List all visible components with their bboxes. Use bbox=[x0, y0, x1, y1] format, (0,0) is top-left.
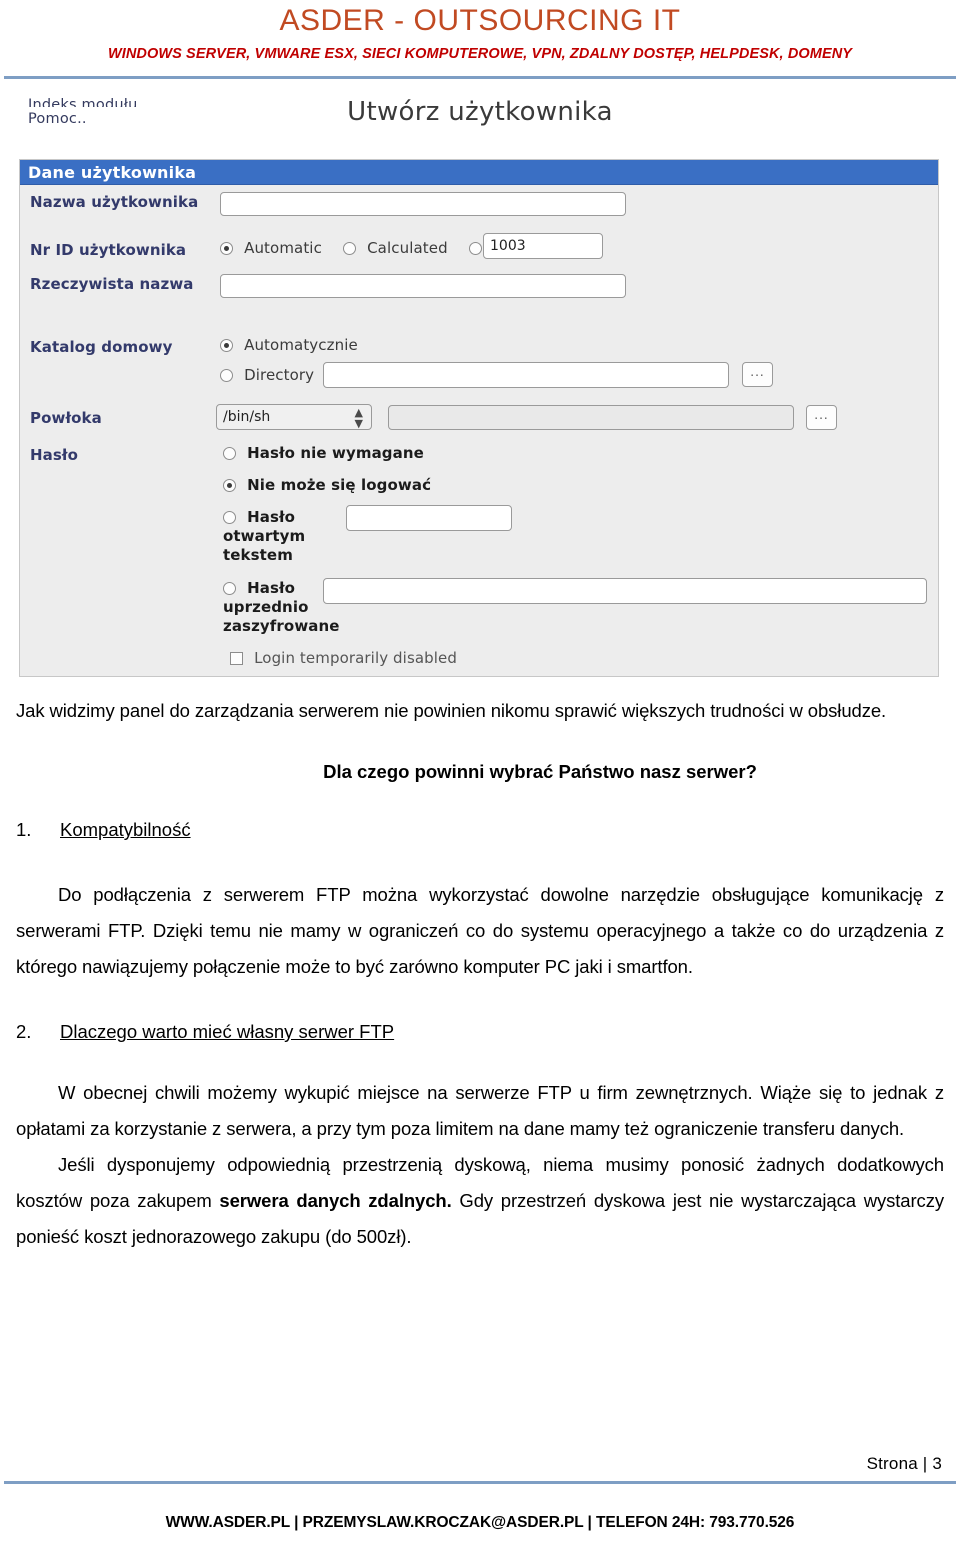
company-subtitle: WINDOWS SERVER, VMWARE ESX, SIECI KOMPUT… bbox=[107, 46, 853, 62]
radio-password-none[interactable] bbox=[223, 447, 236, 460]
paragraph-3: W obecnej chwili możemy wykupić miejsce … bbox=[16, 1082, 944, 1139]
label-homedir-directory: Directory bbox=[244, 366, 315, 384]
list-item-2: 2. Dlaczego warto mieć własny serwer FTP bbox=[16, 1015, 944, 1049]
label-uid-automatic: Automatic bbox=[244, 239, 322, 257]
label-password-none: Hasło nie wymagane bbox=[247, 444, 424, 462]
label-realname: Rzeczywista nazwa bbox=[30, 275, 194, 293]
label-password-nologin: Nie może się logować bbox=[247, 476, 432, 494]
document-body: Jak widzimy panel do zarządzania serwere… bbox=[0, 693, 960, 1255]
footer-divider bbox=[4, 1481, 956, 1484]
label-homedir: Katalog domowy bbox=[30, 338, 173, 356]
label-username: Nazwa użytkownika bbox=[30, 193, 199, 211]
radio-password-plain[interactable] bbox=[223, 511, 236, 524]
input-homedir[interactable] bbox=[323, 362, 729, 388]
header-divider bbox=[4, 76, 956, 79]
question-heading: Dla czego powinni wybrać Państwo nasz se… bbox=[323, 761, 757, 782]
label-homedir-automatic: Automatycznie bbox=[244, 336, 358, 354]
radio-uid-automatic[interactable] bbox=[220, 242, 233, 255]
paragraph-4: Jeśli dysponujemy odpowiednią przestrzen… bbox=[16, 1147, 944, 1255]
footer-contact: WWW.ASDER.PL | PRZEMYSLAW.KROCZAK@ASDER.… bbox=[165, 1514, 795, 1531]
webmin-page-title: Utwórz użytkownika bbox=[347, 97, 613, 127]
radio-uid-calculated[interactable] bbox=[343, 242, 357, 255]
list-item-1: 1. Kompatybilność bbox=[16, 813, 944, 847]
label-uid-calculated: Calculated bbox=[367, 239, 448, 257]
list-item-1-text: Kompatybilność bbox=[60, 819, 191, 840]
input-shell-custom[interactable] bbox=[388, 405, 794, 430]
input-password-plain[interactable] bbox=[346, 505, 512, 531]
label-shell: Powłoka bbox=[30, 409, 102, 427]
paragraph-1: Jak widzimy panel do zarządzania serwere… bbox=[16, 700, 887, 721]
letterhead: ASDER - OUTSOURCING IT WINDOWS SERVER, V… bbox=[0, 0, 960, 79]
radio-password-nologin[interactable] bbox=[223, 479, 236, 492]
paragraph-2: Do podłączenia z serwerem FTP można wyko… bbox=[16, 884, 944, 977]
list-item-1-number: 1. bbox=[16, 819, 32, 840]
chevron-updown-icon: ▲ ▼ bbox=[354, 406, 363, 430]
browse-homedir-button[interactable]: ... bbox=[742, 362, 773, 387]
input-userid[interactable]: 1003 bbox=[483, 233, 603, 259]
select-shell-value: /bin/sh bbox=[223, 409, 271, 425]
radio-homedir-directory[interactable] bbox=[220, 369, 233, 382]
page-number: Strona | 3 bbox=[866, 1454, 942, 1473]
radio-homedir-automatic[interactable] bbox=[220, 339, 233, 352]
label-login-disabled: Login temporarily disabled bbox=[254, 649, 457, 667]
radio-uid-manual[interactable] bbox=[468, 242, 482, 255]
input-realname[interactable] bbox=[220, 274, 626, 298]
list-item-2-number: 2. bbox=[16, 1021, 32, 1042]
list-item-2-text: Dlaczego warto mieć własny serwer FTP bbox=[60, 1021, 395, 1042]
label-userid: Nr ID użytkownika bbox=[30, 241, 187, 259]
input-username[interactable] bbox=[220, 192, 626, 216]
embedded-screenshot: Indeks modułu Pomoc.. Utwórz użytkownika… bbox=[14, 91, 946, 681]
label-password: Hasło bbox=[30, 446, 78, 464]
paragraph-4-bold: serwera danych zdalnych. bbox=[219, 1190, 452, 1211]
company-title: ASDER - OUTSOURCING IT bbox=[279, 4, 681, 37]
radio-password-encrypted[interactable] bbox=[223, 582, 236, 595]
browse-shell-button[interactable]: ... bbox=[806, 405, 837, 430]
select-shell[interactable]: /bin/sh ▲ ▼ bbox=[216, 404, 372, 430]
user-details-panel: Dane użytkownika Nazwa użytkownika Nr ID… bbox=[19, 159, 939, 677]
checkbox-login-disabled[interactable] bbox=[230, 652, 243, 665]
input-password-encrypted[interactable] bbox=[323, 578, 927, 604]
panel-header: Dane użytkownika bbox=[20, 160, 938, 185]
